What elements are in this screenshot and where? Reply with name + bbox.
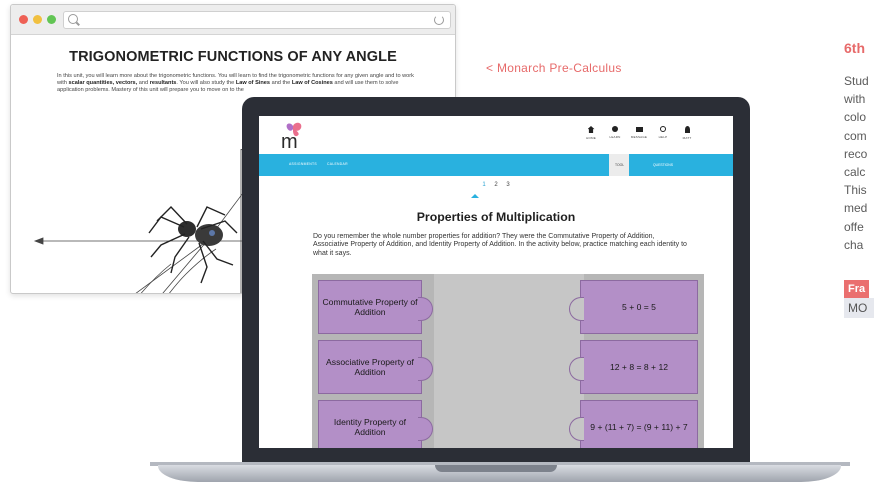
course-description-column: 6th Stud with colo com reco calc This me… <box>844 40 874 319</box>
property-label: Identity Property of Addition <box>333 416 407 438</box>
reload-icon[interactable] <box>434 15 444 25</box>
course-toolbar: ASSIGNMENTS CALENDAR TOOL QUESTIONS <box>259 154 733 176</box>
intro-term: scalar quantities, vectors, <box>68 80 138 87</box>
matching-activity: Commutative Property of Addition 5 + 0 =… <box>312 274 704 448</box>
intro-term: Law of Sines <box>235 80 271 87</box>
nav-label: HOME <box>586 136 596 140</box>
grade-heading: 6th <box>844 40 865 56</box>
back-to-course-link[interactable]: < Monarch Pre-Calculus <box>486 61 622 75</box>
property-label: Commutative Property of Addition <box>322 296 418 318</box>
close-window-icon[interactable] <box>19 15 28 24</box>
page-1-link[interactable]: 1 <box>478 182 490 188</box>
intro-term: resultants <box>149 80 177 87</box>
monarch-logo: m <box>281 122 302 150</box>
property-piece[interactable]: Associative Property of Addition <box>318 340 433 394</box>
minimize-window-icon[interactable] <box>33 15 42 24</box>
format-tag[interactable]: MO <box>844 298 874 319</box>
description-line: reco <box>844 146 868 161</box>
assignments-link[interactable]: ASSIGNMENTS <box>289 162 317 166</box>
example-label: 5 + 0 = 5 <box>622 301 656 312</box>
example-piece[interactable]: 5 + 0 = 5 <box>569 280 698 334</box>
lesson-title: Properties of Multiplication <box>416 210 576 224</box>
page-pager: 123 <box>259 182 733 188</box>
description-text: Stud with colo com reco calc This med of… <box>844 72 874 254</box>
property-piece[interactable]: Commutative Property of Addition <box>318 280 433 334</box>
description-line: This <box>844 183 867 198</box>
example-label: 9 + (11 + 7) = (9 + 11) + 7 <box>590 421 688 432</box>
address-bar[interactable] <box>63 11 451 29</box>
description-line: calc <box>844 165 866 180</box>
top-nav: HOME LEARN MESSAGE HELP MATT <box>579 120 699 140</box>
current-page-indicator <box>471 194 479 198</box>
nav-label: LEARN <box>609 135 621 139</box>
calendar-link[interactable]: CALENDAR <box>327 162 348 166</box>
description-line: cha <box>844 237 864 252</box>
example-piece[interactable]: 9 + (11 + 7) = (9 + 11) + 7 <box>569 400 698 448</box>
property-piece[interactable]: Identity Property of Addition <box>318 400 433 448</box>
nav-label: HELP <box>658 135 668 139</box>
home-icon <box>587 126 595 133</box>
description-line: with <box>844 92 866 107</box>
example-label: 12 + 8 = 8 + 12 <box>609 361 669 372</box>
description-line: offe <box>844 219 864 234</box>
tab-tool[interactable]: TOOL <box>609 154 629 176</box>
gear-icon <box>612 126 618 132</box>
laptop-screen: m HOME LEARN MESSAGE HELP MATT ASSIGNMEN… <box>259 116 733 448</box>
laptop-notch <box>435 465 557 472</box>
app-header: m HOME LEARN MESSAGE HELP MATT <box>259 116 733 154</box>
description-line: med <box>844 201 868 216</box>
intro-term: Law of Cosines <box>291 80 333 87</box>
intro-text: and <box>137 80 150 87</box>
intro-text: . You will also study the <box>176 80 236 87</box>
search-icon <box>68 14 78 24</box>
nav-label: MATT <box>682 136 692 140</box>
example-piece[interactable]: 12 + 8 = 8 + 12 <box>569 340 698 394</box>
nav-account[interactable]: MATT <box>675 120 699 140</box>
browser-toolbar <box>11 5 455 35</box>
nav-home[interactable]: HOME <box>579 120 603 140</box>
tab-questions[interactable]: QUESTIONS <box>647 154 679 176</box>
nav-help[interactable]: HELP <box>651 120 675 140</box>
message-icon <box>635 127 643 132</box>
format-badge: Fra <box>844 280 870 299</box>
lesson-intro: Do you remember the whole number propert… <box>313 233 687 257</box>
nav-learn[interactable]: LEARN <box>603 120 627 140</box>
nav-label: MESSAGE <box>630 135 648 139</box>
description-line: Stud <box>844 74 869 88</box>
property-label: Associative Property of Addition <box>326 356 414 378</box>
page-3-link[interactable]: 3 <box>502 182 514 188</box>
unit-title: TRIGONOMETRIC FUNCTIONS OF ANY ANGLE <box>69 49 397 65</box>
unit-intro: In this unit, you will learn more about … <box>57 73 417 95</box>
description-line: com <box>844 128 867 143</box>
user-icon <box>684 126 690 133</box>
description-line: colo <box>844 110 867 125</box>
help-icon <box>660 126 666 132</box>
maximize-window-icon[interactable] <box>47 15 56 24</box>
nav-message[interactable]: MESSAGE <box>627 120 651 140</box>
svg-text:m: m <box>281 131 298 150</box>
page-2-link[interactable]: 2 <box>490 182 502 188</box>
intro-text: and the <box>270 80 292 87</box>
drop-zone[interactable] <box>434 274 584 448</box>
